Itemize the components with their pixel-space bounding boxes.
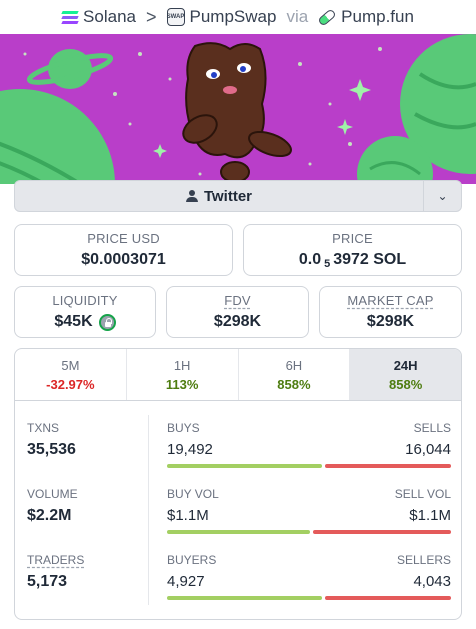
traders-label[interactable]: TRADERS (27, 553, 84, 567)
tab-change: 858% (389, 376, 423, 392)
tab-change: 113% (165, 376, 199, 392)
liquidity-label: LIQUIDITY (52, 293, 118, 308)
volume-row: VOLUME $2.2M BUY VOL SELL VOL $1.1M $1.1… (15, 477, 461, 545)
breadcrumb-chain[interactable]: Solana (61, 7, 136, 27)
breadcrumb-separator: > (145, 6, 157, 27)
volume-value: $2.2M (27, 507, 72, 524)
volume-bar (167, 530, 451, 534)
liquidity-card: LIQUIDITY $45K (14, 286, 156, 338)
launchpad-label: Pump.fun (341, 7, 414, 26)
sells-label: SELLS (413, 421, 451, 435)
tab-5m[interactable]: 5M -32.97% (15, 349, 127, 400)
buy-share-bar (167, 464, 322, 468)
liquidity-value: $45K (54, 313, 93, 330)
traders-value: 5,173 (27, 573, 68, 590)
tab-label: 24H (393, 357, 418, 373)
breadcrumb-via: via (286, 7, 309, 26)
fdv-label[interactable]: FDV (224, 293, 251, 308)
chain-label: Solana (83, 7, 136, 26)
expand-socials-button[interactable]: ⌄ (423, 181, 461, 211)
txns-row: TXNS 35,536 BUYS SELLS 19,492 16,044 (15, 411, 461, 479)
lock-icon[interactable] (98, 313, 116, 331)
buys-value: 19,492 (167, 441, 213, 458)
fdv-value: $298K (213, 313, 262, 330)
tab-label: 6H (285, 357, 303, 373)
buys-label: BUYS (167, 421, 200, 435)
fdv-card: FDV $298K (166, 286, 309, 338)
tab-label: 1H (173, 357, 191, 373)
price-usd-label: PRICE USD (87, 231, 160, 246)
traders-bar (167, 596, 451, 600)
tab-change: 858% (277, 376, 311, 392)
price-native-value: 0.0 5 3972 SOL (299, 251, 406, 270)
pumpswap-icon: SWAP (166, 8, 185, 26)
sellers-value: 4,043 (413, 573, 451, 590)
buy-vol-share-bar (167, 530, 311, 534)
breadcrumb-launchpad[interactable]: Pump.fun (317, 7, 414, 27)
twitter-button[interactable]: Twitter (15, 181, 423, 211)
liquidity-value-row: $45K (54, 313, 116, 331)
breadcrumb-dex[interactable]: SWAP PumpSwap (166, 7, 277, 27)
price-usd-card: PRICE USD $0.0003071 (14, 224, 233, 276)
sell-vol-share-bar (313, 530, 451, 534)
price-usd-value: $0.0003071 (81, 251, 166, 268)
stats-panel: 5M -32.97% 1H 113% 6H 858% 24H 858% TXNS… (14, 348, 462, 620)
market-cap-card: MARKET CAP $298K (319, 286, 462, 338)
buyers-label: BUYERS (167, 553, 217, 567)
pill-icon (317, 7, 337, 27)
breadcrumb: Solana > SWAP PumpSwap via Pump.fun (0, 0, 476, 34)
market-cap-value: $298K (366, 313, 415, 330)
timeframe-tabs: 5M -32.97% 1H 113% 6H 858% 24H 858% (15, 349, 461, 401)
token-banner (0, 34, 476, 184)
market-cap-label[interactable]: MARKET CAP (347, 293, 433, 308)
tab-label: 5M (61, 357, 80, 373)
socials-bar: Twitter ⌄ (14, 180, 462, 212)
buyers-share-bar (167, 596, 322, 600)
price-native-prefix: 0.0 (298, 250, 322, 268)
solana-icon (61, 10, 79, 24)
sells-value: 16,044 (405, 441, 451, 458)
price-native-suffix: 3972 SOL (333, 250, 407, 268)
price-native-zero-count: 5 (324, 257, 331, 270)
buys-sells-bar (167, 464, 451, 468)
price-native-label: PRICE (332, 230, 373, 246)
sell-vol-label: SELL VOL (394, 487, 451, 501)
tab-24h[interactable]: 24H 858% (350, 349, 461, 400)
txns-value: 35,536 (27, 441, 76, 458)
txns-label: TXNS (27, 421, 60, 435)
traders-row: TRADERS 5,173 BUYERS SELLERS 4,927 4,043 (15, 543, 461, 611)
volume-label: VOLUME (27, 487, 78, 501)
price-native-card: PRICE 0.0 5 3972 SOL (243, 224, 462, 276)
tab-6h[interactable]: 6H 858% (239, 349, 351, 400)
chevron-down-icon: ⌄ (437, 189, 448, 203)
buy-vol-label: BUY VOL (167, 487, 219, 501)
person-icon (185, 190, 198, 202)
tab-1h[interactable]: 1H 113% (127, 349, 239, 400)
sellers-share-bar (324, 596, 451, 600)
dex-label: PumpSwap (189, 7, 277, 26)
sell-vol-value: $1.1M (409, 507, 451, 524)
sellers-label: SELLERS (396, 553, 451, 567)
tab-change: -32.97% (46, 376, 95, 392)
twitter-label: Twitter (203, 187, 253, 205)
buy-vol-value: $1.1M (167, 507, 209, 524)
buyers-value: 4,927 (167, 573, 205, 590)
sell-share-bar (324, 464, 451, 468)
